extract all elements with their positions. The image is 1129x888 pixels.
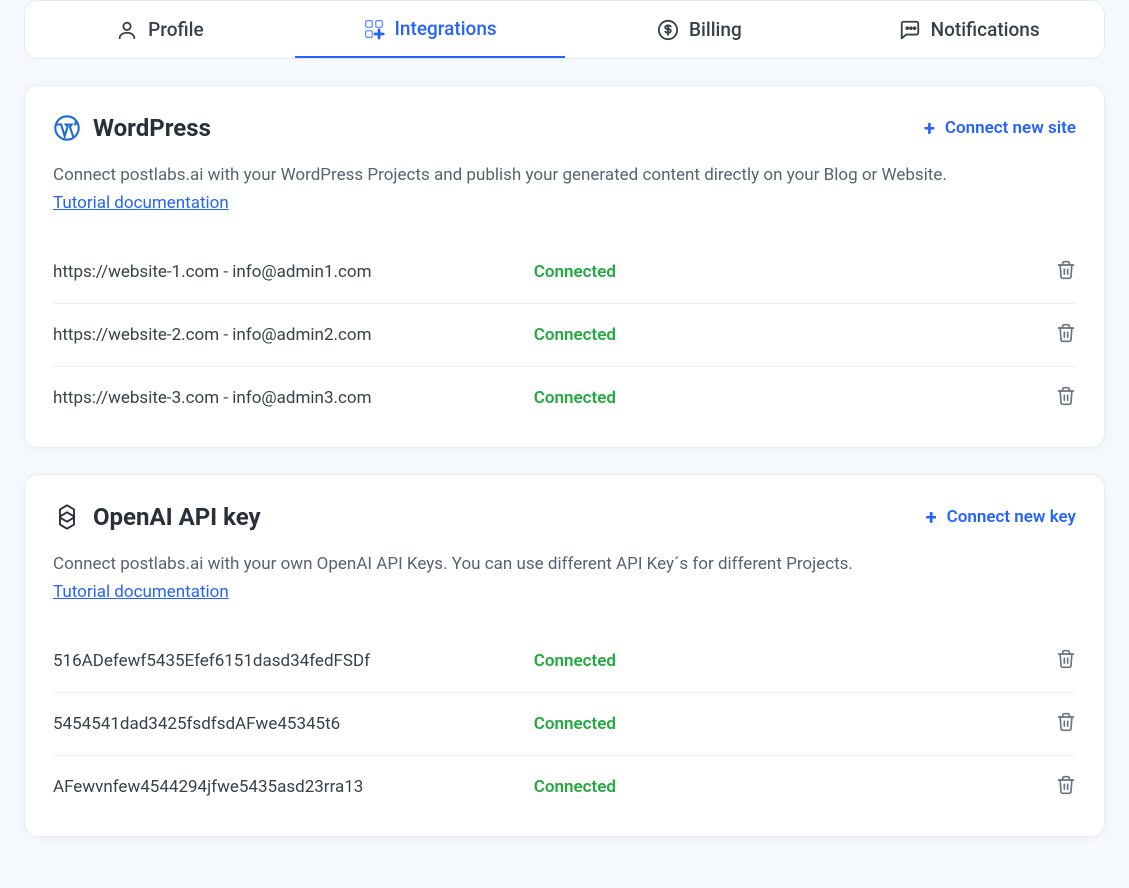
wordpress-title-group: WordPress xyxy=(53,114,211,142)
tab-billing[interactable]: Billing xyxy=(565,1,835,58)
trash-icon xyxy=(1056,774,1076,796)
trash-icon xyxy=(1056,322,1076,344)
tab-notifications-label: Notifications xyxy=(931,18,1040,41)
grid-icon xyxy=(363,18,385,40)
key-row-label: AFewvnfew4544294jfwe5435asd23rra13 xyxy=(53,777,534,797)
trash-icon xyxy=(1056,648,1076,670)
status-badge: Connected xyxy=(534,388,1036,408)
tab-billing-label: Billing xyxy=(689,18,742,41)
openai-description: Connect postlabs.ai with your own OpenAI… xyxy=(53,551,1076,578)
site-row-label: https://website-3.com - info@admin3.com xyxy=(53,388,534,408)
site-row: https://website-2.com - info@admin2.com … xyxy=(53,304,1076,367)
plus-icon: + xyxy=(924,118,935,138)
tab-integrations[interactable]: Integrations xyxy=(295,1,565,59)
delete-key-button[interactable] xyxy=(1036,648,1076,674)
key-row: 5454541dad3425fsdfsdAFwe45345t6 Connecte… xyxy=(53,693,1076,756)
site-row-label: https://website-2.com - info@admin2.com xyxy=(53,325,534,345)
tab-integrations-label: Integrations xyxy=(395,17,497,40)
trash-icon xyxy=(1056,711,1076,733)
delete-site-button[interactable] xyxy=(1036,385,1076,411)
connect-new-site-label: Connect new site xyxy=(945,118,1076,138)
delete-key-button[interactable] xyxy=(1036,774,1076,800)
status-badge: Connected xyxy=(534,325,1036,345)
connect-new-key-button[interactable]: + Connect new key xyxy=(926,507,1076,527)
status-badge: Connected xyxy=(534,777,1036,797)
wordpress-title: WordPress xyxy=(93,114,211,142)
openai-card-header: OpenAI API key + Connect new key xyxy=(53,503,1076,531)
openai-card: OpenAI API key + Connect new key Connect… xyxy=(24,474,1105,837)
site-row-label: https://website-1.com - info@admin1.com xyxy=(53,262,534,282)
dollar-icon xyxy=(657,19,679,41)
user-icon xyxy=(116,19,138,41)
key-row: AFewvnfew4544294jfwe5435asd23rra13 Conne… xyxy=(53,756,1076,818)
connect-new-site-button[interactable]: + Connect new site xyxy=(924,118,1076,138)
tab-profile[interactable]: Profile xyxy=(25,1,295,58)
key-row-label: 5454541dad3425fsdfsdAFwe45345t6 xyxy=(53,714,534,734)
openai-title: OpenAI API key xyxy=(93,503,261,531)
plus-icon: + xyxy=(926,507,937,527)
connect-new-key-label: Connect new key xyxy=(947,507,1076,527)
trash-icon xyxy=(1056,385,1076,407)
delete-site-button[interactable] xyxy=(1036,259,1076,285)
status-badge: Connected xyxy=(534,262,1036,282)
wordpress-icon xyxy=(53,114,81,142)
key-row: 516ADefewf5435Efef6151dasd34fedFSDf Conn… xyxy=(53,630,1076,693)
delete-site-button[interactable] xyxy=(1036,322,1076,348)
wordpress-card: WordPress + Connect new site Connect pos… xyxy=(24,85,1105,448)
key-row-label: 516ADefewf5435Efef6151dasd34fedFSDf xyxy=(53,651,534,671)
openai-tutorial-link[interactable]: Tutorial documentation xyxy=(53,582,229,602)
settings-tabs: Profile Integrations Billing Notificatio… xyxy=(24,0,1105,59)
tab-profile-label: Profile xyxy=(148,18,204,41)
wordpress-tutorial-link[interactable]: Tutorial documentation xyxy=(53,193,229,213)
openai-title-group: OpenAI API key xyxy=(53,503,261,531)
openai-icon xyxy=(53,503,81,531)
status-badge: Connected xyxy=(534,651,1036,671)
tab-notifications[interactable]: Notifications xyxy=(834,1,1104,58)
chat-icon xyxy=(899,19,921,41)
site-row: https://website-3.com - info@admin3.com … xyxy=(53,367,1076,429)
wordpress-card-header: WordPress + Connect new site xyxy=(53,114,1076,142)
trash-icon xyxy=(1056,259,1076,281)
site-row: https://website-1.com - info@admin1.com … xyxy=(53,241,1076,304)
delete-key-button[interactable] xyxy=(1036,711,1076,737)
wordpress-description: Connect postlabs.ai with your WordPress … xyxy=(53,162,1076,189)
status-badge: Connected xyxy=(534,714,1036,734)
